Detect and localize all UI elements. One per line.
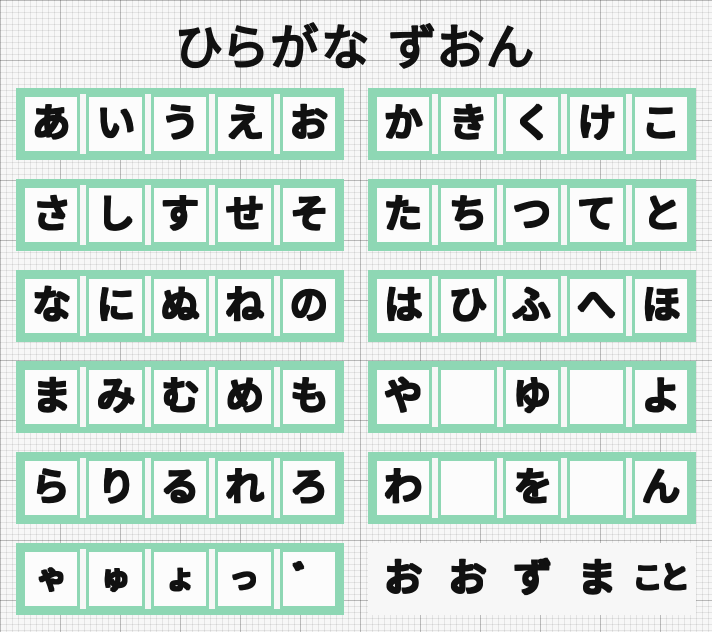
kana-cell: あ bbox=[22, 94, 80, 154]
kana-cell: ひ bbox=[438, 276, 496, 336]
kana-cell: む bbox=[151, 367, 209, 427]
kana-cell: を bbox=[503, 458, 561, 518]
kana-cell: ね bbox=[215, 276, 273, 336]
kana-cell: め bbox=[215, 367, 273, 427]
row-ya: や ゆ よ bbox=[368, 361, 696, 433]
kana-cell: る bbox=[151, 458, 209, 518]
kana-cell: さ bbox=[22, 185, 80, 245]
kana-cell: ら bbox=[22, 458, 80, 518]
hiragana-grid: あ い う え お か き く け こ さ し す せ そ た ち つ て と … bbox=[16, 88, 696, 620]
kana-cell: に bbox=[86, 276, 144, 336]
kana-cell: え bbox=[215, 94, 273, 154]
kana-cell: う bbox=[151, 94, 209, 154]
credit-cell: お bbox=[374, 549, 432, 609]
credit-cell: ま bbox=[567, 549, 625, 609]
chart-title: ひらがな ずおん bbox=[16, 8, 696, 78]
row-wa: わ を ん bbox=[368, 452, 696, 524]
row-sa: さ し す せ そ bbox=[16, 179, 344, 251]
kana-cell: し bbox=[86, 185, 144, 245]
kana-cell: は bbox=[374, 276, 432, 336]
kana-cell: れ bbox=[215, 458, 273, 518]
kana-cell: ぬ bbox=[151, 276, 209, 336]
kana-cell: く bbox=[503, 94, 561, 154]
kana-cell: ま bbox=[22, 367, 80, 427]
kana-cell: ゅ bbox=[86, 549, 144, 609]
credit-cell: お bbox=[438, 549, 496, 609]
row-credit: お お ず ま こと bbox=[368, 543, 696, 615]
row-ha: は ひ ふ へ ほ bbox=[368, 270, 696, 342]
row-ra: ら り る れ ろ bbox=[16, 452, 344, 524]
kana-cell: い bbox=[86, 94, 144, 154]
kana-cell: ゛ bbox=[280, 549, 338, 609]
credit-cell: こと bbox=[632, 549, 690, 609]
kana-cell: わ bbox=[374, 458, 432, 518]
kana-cell-empty bbox=[567, 367, 625, 427]
kana-cell-empty bbox=[438, 367, 496, 427]
row-ma: ま み む め も bbox=[16, 361, 344, 433]
kana-cell: て bbox=[567, 185, 625, 245]
kana-cell: り bbox=[86, 458, 144, 518]
kana-cell: ほ bbox=[632, 276, 690, 336]
kana-cell: お bbox=[280, 94, 338, 154]
kana-cell: ろ bbox=[280, 458, 338, 518]
kana-cell: ふ bbox=[503, 276, 561, 336]
kana-cell: ゆ bbox=[503, 367, 561, 427]
kana-cell: せ bbox=[215, 185, 273, 245]
kana-cell: の bbox=[280, 276, 338, 336]
kana-cell: ょ bbox=[151, 549, 209, 609]
kana-cell: な bbox=[22, 276, 80, 336]
kana-cell-empty bbox=[567, 458, 625, 518]
kana-cell: み bbox=[86, 367, 144, 427]
credit-cell: ず bbox=[503, 549, 561, 609]
kana-cell: と bbox=[632, 185, 690, 245]
row-ta: た ち つ て と bbox=[368, 179, 696, 251]
kana-cell: ゃ bbox=[22, 549, 80, 609]
row-ka: か き く け こ bbox=[368, 88, 696, 160]
row-small-kana: ゃ ゅ ょ っ ゛ bbox=[16, 543, 344, 615]
kana-cell: ち bbox=[438, 185, 496, 245]
kana-cell: っ bbox=[215, 549, 273, 609]
row-na: な に ぬ ね の bbox=[16, 270, 344, 342]
kana-cell: よ bbox=[632, 367, 690, 427]
kana-cell: か bbox=[374, 94, 432, 154]
kana-cell: き bbox=[438, 94, 496, 154]
kana-cell-empty bbox=[438, 458, 496, 518]
kana-cell: へ bbox=[567, 276, 625, 336]
kana-cell: そ bbox=[280, 185, 338, 245]
kana-cell: も bbox=[280, 367, 338, 427]
kana-cell: す bbox=[151, 185, 209, 245]
kana-cell: ん bbox=[632, 458, 690, 518]
kana-cell: や bbox=[374, 367, 432, 427]
kana-cell: つ bbox=[503, 185, 561, 245]
kana-cell: け bbox=[567, 94, 625, 154]
kana-cell: こ bbox=[632, 94, 690, 154]
row-a: あ い う え お bbox=[16, 88, 344, 160]
kana-cell: た bbox=[374, 185, 432, 245]
